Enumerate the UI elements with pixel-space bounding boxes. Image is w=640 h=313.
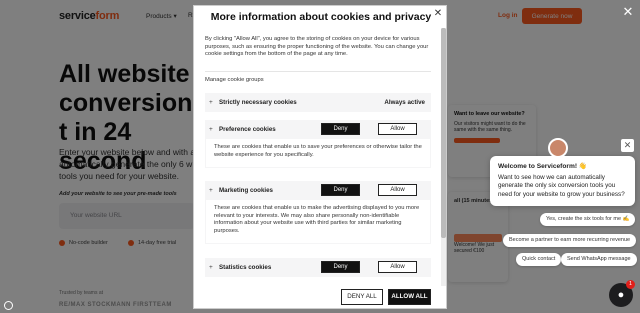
cookie-modal: More information about cookies and priva… [193,5,447,309]
allow-all-button[interactable]: ALLOW ALL [388,289,431,305]
cookie-group-preference[interactable]: + Preference cookies Deny Allow These ar… [205,120,431,169]
accessibility-icon[interactable] [4,301,13,310]
divider [205,71,431,72]
deny-all-button[interactable]: DENY ALL [341,289,383,305]
marketing-deny-button[interactable]: Deny [321,184,360,196]
cookie-group-name: Statistics cookies [219,264,272,271]
collapse-icon[interactable]: + [209,187,213,194]
close-icon[interactable]: ✕ [621,5,635,19]
cookie-intro-text: By clicking "Allow All", you agree to th… [205,36,429,58]
chat-option-partner[interactable]: Become a partner to earn more recurring … [503,234,637,247]
marketing-allow-button[interactable]: Allow [378,184,417,196]
cookie-group-description: These are cookies that enable us to make… [206,200,430,244]
cookie-group-statistics[interactable]: + Statistics cookies Deny Allow [205,258,431,277]
chat-avatar [548,138,568,158]
manage-groups-label: Manage cookie groups [205,77,264,83]
cookie-group-necessary[interactable]: + Strictly necessary cookies Always acti… [205,93,431,112]
chat-welcome-bubble: Welcome to Serviceform! 👋 Want to see ho… [490,156,635,206]
scrollbar-thumb[interactable] [441,28,446,238]
preference-deny-button[interactable]: Deny [321,123,360,135]
cookie-group-name: Preference cookies [219,126,276,133]
modal-scrollbar[interactable] [441,28,446,286]
chat-launcher-button[interactable]: ● 1 [609,280,635,307]
chat-icon: ● [617,289,625,301]
modal-title: More information about cookies and priva… [210,11,432,23]
preference-allow-button[interactable]: Allow [378,123,417,135]
chat-option-quick-contact[interactable]: Quick contact [516,253,562,266]
modal-scroll-area[interactable]: By clicking "Allow All", you agree to th… [194,28,446,286]
notification-badge: 1 [626,280,635,289]
statistics-allow-button[interactable]: Allow [378,261,417,273]
statistics-deny-button[interactable]: Deny [321,261,360,273]
chat-option-create-tools[interactable]: Yes, create the six tools for me ✍ [540,213,636,226]
expand-icon[interactable]: + [209,99,213,106]
expand-icon[interactable]: + [209,264,213,271]
modal-close-icon[interactable]: ✕ [432,8,444,20]
cookie-group-name: Strictly necessary cookies [219,99,297,106]
cookie-group-name: Marketing cookies [219,187,273,194]
always-active-label: Always active [384,99,425,106]
collapse-icon[interactable]: + [209,126,213,133]
chat-close-button[interactable]: ✕ [621,139,634,152]
cookie-group-marketing[interactable]: + Marketing cookies Deny Allow These are… [205,181,431,245]
chat-option-whatsapp[interactable]: Send WhatsApp message [561,253,637,266]
cookie-group-description: These are cookies that enable us to save… [206,139,430,168]
